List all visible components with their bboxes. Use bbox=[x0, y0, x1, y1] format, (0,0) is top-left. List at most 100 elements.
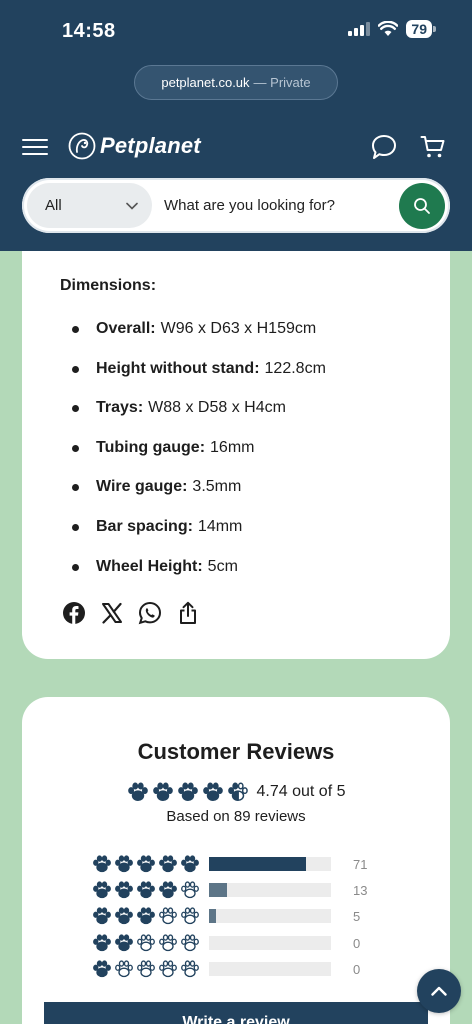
search-input[interactable] bbox=[152, 197, 399, 214]
url-privacy-label: — Private bbox=[253, 75, 311, 90]
spec-label: Wheel Height: bbox=[96, 557, 203, 575]
spec-value: 5cm bbox=[207, 557, 238, 575]
rating-row-2[interactable]: 0 bbox=[92, 932, 360, 954]
paw-filled-icon bbox=[115, 934, 133, 952]
list-item: Bar spacing: 14mm bbox=[72, 518, 326, 558]
paw-filled-icon bbox=[93, 960, 111, 978]
paw-filled-icon bbox=[115, 881, 133, 899]
list-item: Height without stand: 122.8cm bbox=[72, 360, 326, 400]
scroll-to-top-button[interactable] bbox=[417, 969, 461, 1013]
cellular-signal-icon bbox=[348, 22, 371, 36]
spec-label: Tubing gauge: bbox=[96, 438, 206, 456]
top-header: 14:58 79 petplanet.co.uk — Private Petpl… bbox=[0, 0, 472, 251]
chevron-up-icon bbox=[431, 986, 447, 996]
list-item: Overall: W96 x D63 x H159cm bbox=[72, 320, 326, 360]
search-icon bbox=[414, 197, 430, 214]
paw-outline-icon bbox=[181, 934, 199, 952]
rating-count: 13 bbox=[353, 882, 368, 898]
paw-filled-icon bbox=[115, 855, 133, 873]
spec-label: Bar spacing: bbox=[96, 517, 193, 535]
paw-half-icon bbox=[227, 782, 248, 801]
search-bar: All bbox=[22, 178, 450, 233]
rating-bar bbox=[209, 883, 331, 897]
paw-outline-icon bbox=[181, 960, 199, 978]
rating-row-5[interactable]: 71 bbox=[92, 853, 367, 875]
social-share-row bbox=[62, 601, 200, 625]
paw-filled-icon bbox=[127, 782, 148, 801]
rating-bar-fill bbox=[209, 857, 307, 871]
paw-outline-icon bbox=[159, 960, 177, 978]
whatsapp-icon[interactable] bbox=[138, 601, 162, 625]
search-button[interactable] bbox=[399, 182, 445, 229]
search-category-value: All bbox=[45, 197, 62, 214]
spec-value: W96 x D63 x H159cm bbox=[160, 320, 317, 337]
rating-row-3[interactable]: 5 bbox=[92, 905, 360, 927]
rating-paws bbox=[92, 933, 209, 953]
rating-bar bbox=[209, 857, 331, 871]
list-item: Wire gauge: 3.5mm bbox=[72, 478, 326, 518]
spec-value: 14mm bbox=[197, 517, 243, 535]
paw-filled-icon bbox=[181, 855, 199, 873]
list-item: Tubing gauge: 16mm bbox=[72, 439, 326, 479]
rating-bar bbox=[209, 936, 331, 950]
rating-bar-fill bbox=[209, 909, 216, 923]
rating-paws bbox=[92, 906, 209, 926]
paw-outline-icon bbox=[137, 934, 155, 952]
url-domain: petplanet.co.uk bbox=[161, 75, 250, 90]
wifi-icon bbox=[378, 21, 399, 36]
write-review-button[interactable]: Write a review bbox=[44, 1002, 428, 1024]
reviews-heading: Customer Reviews bbox=[137, 739, 335, 764]
average-paw-rating bbox=[127, 781, 249, 803]
battery-indicator: 79 bbox=[406, 20, 436, 38]
rating-bar-fill bbox=[209, 883, 227, 897]
paw-filled-icon bbox=[115, 907, 133, 925]
browser-url-bar[interactable]: petplanet.co.uk — Private bbox=[134, 65, 338, 100]
paw-outline-icon bbox=[115, 960, 133, 978]
paw-filled-icon bbox=[93, 907, 111, 925]
average-rating-row: 4.74 out of 5 bbox=[22, 781, 450, 803]
rating-row-4[interactable]: 13 bbox=[92, 879, 367, 901]
customer-reviews-card: Customer Reviews 4.74 out of 5 Based on … bbox=[22, 697, 450, 1024]
spec-label: Height without stand: bbox=[96, 359, 260, 377]
rating-paws bbox=[92, 880, 209, 900]
share-icon[interactable] bbox=[176, 601, 200, 625]
hamburger-menu-icon[interactable] bbox=[22, 139, 48, 157]
paw-filled-icon bbox=[137, 881, 155, 899]
paw-filled-icon bbox=[93, 855, 111, 873]
chevron-down-icon bbox=[126, 202, 138, 210]
review-count-text: Based on 89 reviews bbox=[166, 808, 306, 825]
facebook-icon[interactable] bbox=[62, 601, 86, 625]
petplanet-logo[interactable]: Petplanet bbox=[68, 132, 201, 160]
spec-label: Overall: bbox=[96, 320, 156, 337]
paw-filled-icon bbox=[137, 855, 155, 873]
status-indicators: 79 bbox=[348, 20, 436, 38]
paw-outline-icon bbox=[159, 934, 177, 952]
rating-bar bbox=[209, 962, 331, 976]
paw-filled-icon bbox=[159, 881, 177, 899]
spec-value: 16mm bbox=[210, 438, 255, 456]
rating-count: 0 bbox=[353, 935, 361, 951]
rating-row-1[interactable]: 0 bbox=[92, 958, 360, 980]
spec-value: 3.5mm bbox=[192, 478, 242, 496]
paw-filled-icon bbox=[137, 907, 155, 925]
paw-filled-icon bbox=[177, 782, 198, 801]
x-icon[interactable] bbox=[100, 601, 124, 625]
paw-outline-icon bbox=[181, 907, 199, 925]
spec-label: Trays: bbox=[96, 399, 144, 417]
paw-filled-icon bbox=[159, 855, 177, 873]
spec-value: 122.8cm bbox=[264, 359, 326, 377]
paw-filled-icon bbox=[202, 782, 223, 801]
paw-filled-icon bbox=[152, 782, 173, 801]
logo-pet-icon bbox=[68, 132, 96, 160]
paw-outline-icon bbox=[137, 960, 155, 978]
rating-paws bbox=[92, 854, 209, 874]
dimensions-list: Overall: W96 x D63 x H159cm Height withou… bbox=[72, 320, 326, 597]
spec-label: Wire gauge: bbox=[96, 478, 188, 496]
search-category-select[interactable]: All bbox=[27, 183, 152, 228]
rating-paws bbox=[92, 959, 209, 979]
chat-icon[interactable] bbox=[370, 133, 398, 166]
paw-filled-icon bbox=[93, 934, 111, 952]
average-rating-text: 4.74 out of 5 bbox=[256, 783, 346, 800]
paw-filled-icon bbox=[93, 881, 111, 899]
shopping-cart-icon[interactable] bbox=[420, 134, 446, 165]
